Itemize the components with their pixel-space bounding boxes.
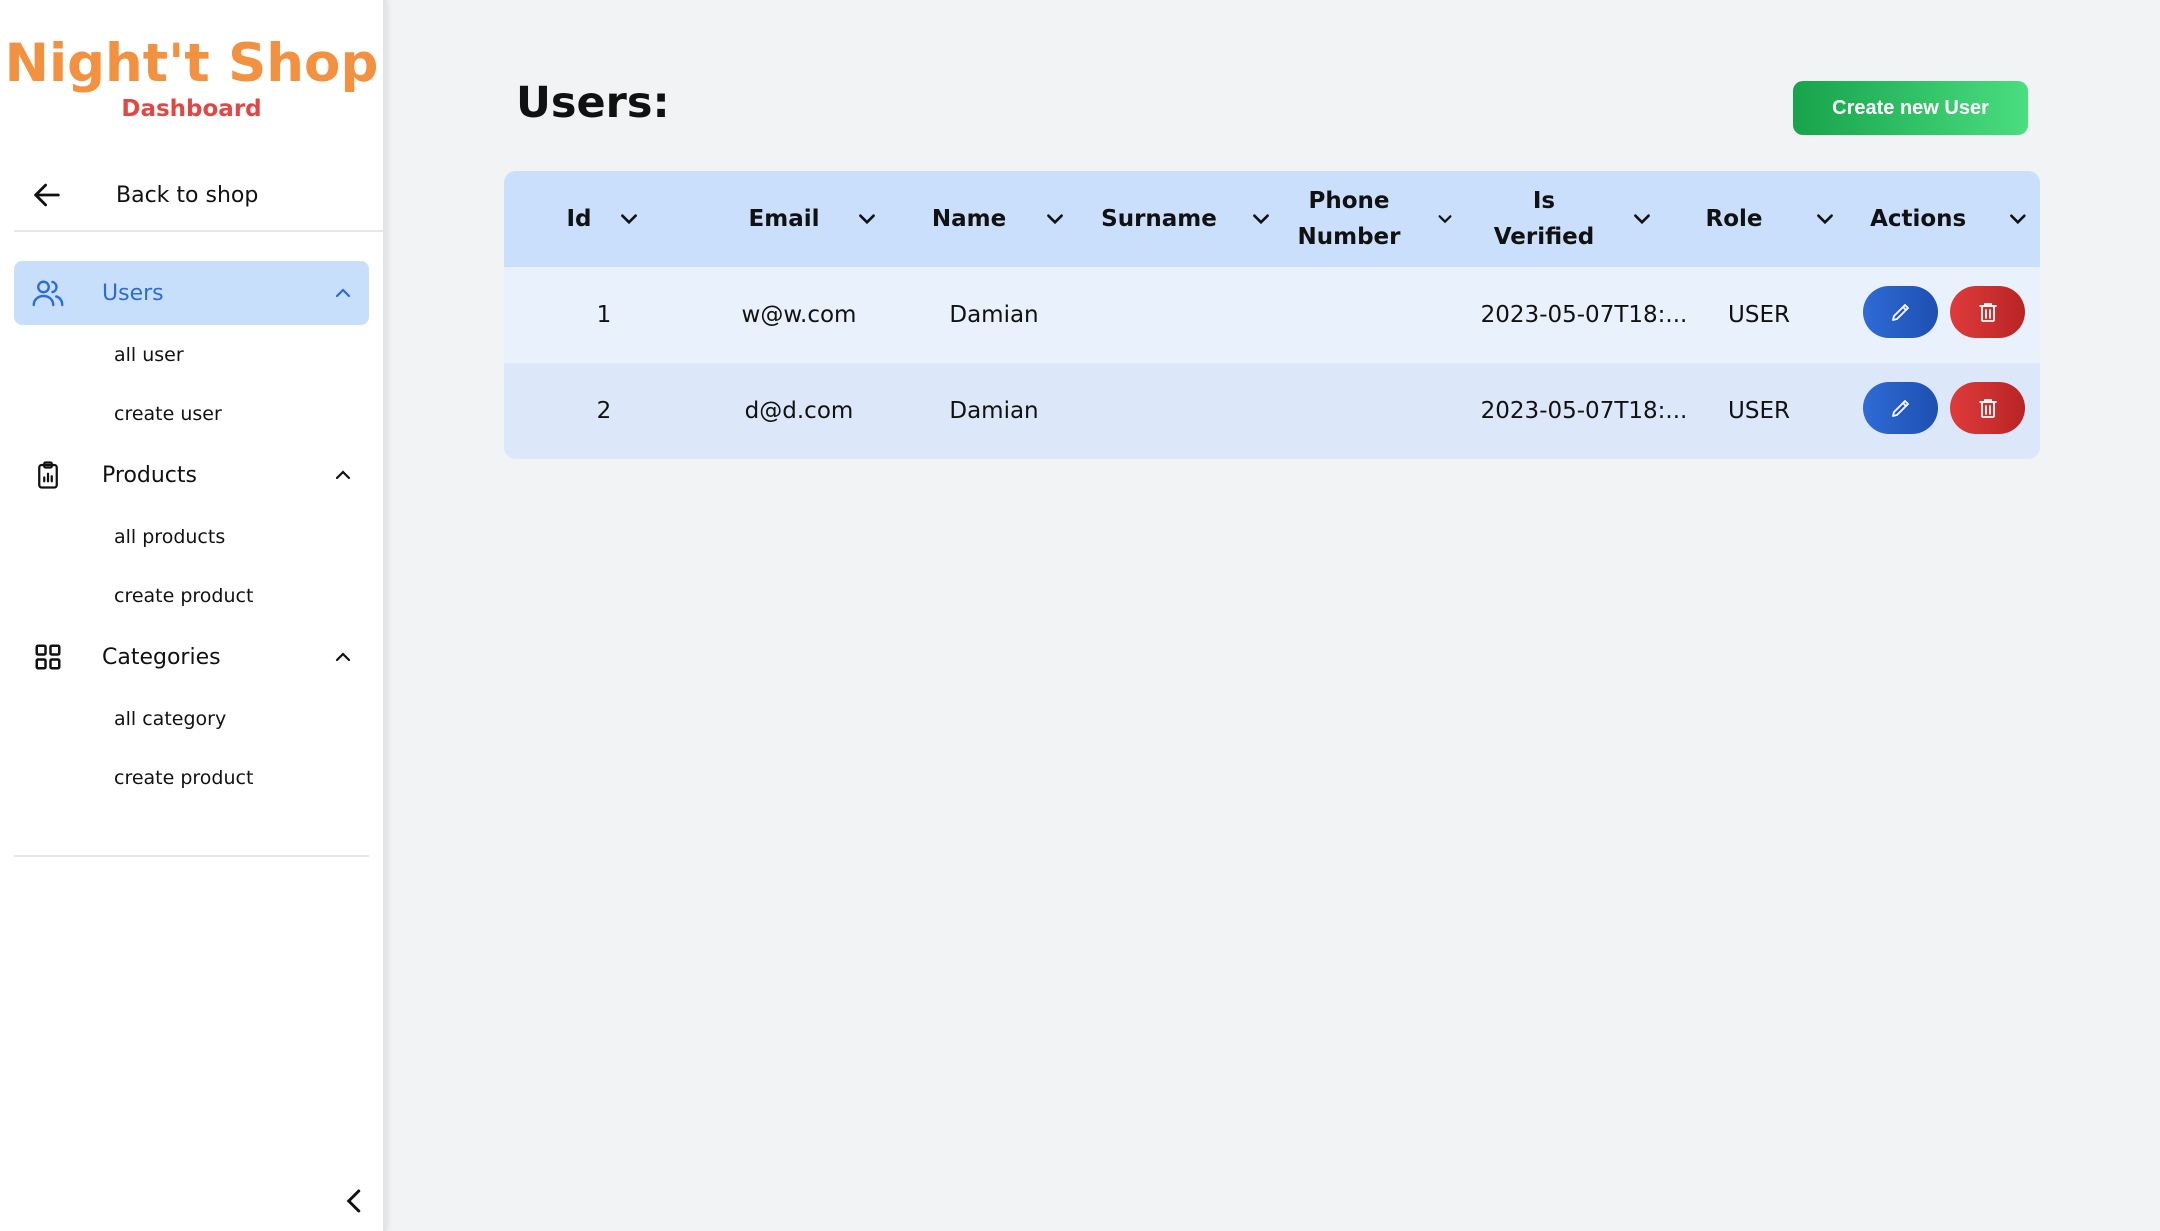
column-label: Is Verified [1493, 188, 1595, 250]
edit-button[interactable] [1863, 286, 1938, 338]
back-to-shop-link[interactable]: Back to shop [14, 160, 383, 232]
users-icon [30, 275, 66, 311]
table-row: 1 w@w.com Damian 2023-05-07T18:... USER [504, 267, 2040, 363]
table-header: Id Email Name Surname Phone Number Is Ve… [504, 171, 2040, 267]
sidebar-subitem-create-product[interactable]: create product [14, 748, 369, 807]
sidebar-item-label: Users [102, 280, 164, 306]
chevron-down-icon [1438, 215, 1452, 224]
chevron-down-icon [621, 214, 637, 225]
column-header-id[interactable]: Id [554, 171, 674, 267]
edit-button[interactable] [1863, 382, 1938, 434]
brand-subtitle: Dashboard [121, 96, 262, 122]
column-header-actions[interactable]: Actions [1859, 171, 2029, 267]
cell-role: USER [1728, 302, 1790, 328]
chevron-up-icon [335, 652, 351, 662]
sidebar-subitem-create-product[interactable]: create product [14, 566, 369, 625]
sidebar-divider [14, 855, 369, 857]
pencil-icon [1891, 304, 1909, 321]
sidebar-menu: Users all user create user Products all … [14, 261, 369, 807]
column-header-name[interactable]: Name [904, 171, 1074, 267]
sidebar-item-label: Products [102, 462, 197, 488]
cell-phone [1284, 363, 1474, 459]
column-label: Name [931, 206, 1007, 232]
create-new-user-button[interactable]: Create new User [1793, 81, 2028, 135]
sidebar-subitem-all-products[interactable]: all products [14, 507, 369, 566]
clipboard-icon [30, 457, 66, 493]
column-label: Role [1705, 206, 1763, 232]
chevron-down-icon [859, 214, 875, 225]
cell-id: 1 [596, 302, 612, 328]
cell-is-verified: 2023-05-07T18:... [1480, 302, 1688, 328]
column-label: Id [566, 206, 592, 232]
sidebar: Night't Shop Dashboard Back to shop User… [0, 0, 386, 1231]
column-header-is-verified[interactable]: Is Verified [1479, 171, 1669, 267]
column-header-phone-number[interactable]: Phone Number [1284, 171, 1474, 267]
sidebar-subitem-create-user[interactable]: create user [14, 384, 369, 443]
users-table: Id Email Name Surname Phone Number Is Ve… [504, 171, 2040, 459]
cell-id: 2 [596, 398, 612, 424]
column-label: Phone Number [1297, 188, 1401, 250]
column-header-role[interactable]: Role [1684, 171, 1854, 267]
cell-role: USER [1728, 398, 1790, 424]
cell-name: Damian [949, 302, 1039, 328]
arrow-left-icon [34, 183, 60, 207]
back-to-shop-label: Back to shop [116, 182, 259, 208]
chevron-down-icon [1634, 214, 1650, 225]
column-label: Actions [1870, 206, 1967, 232]
trash-icon [1978, 399, 1997, 418]
sidebar-item-products[interactable]: Products [14, 443, 369, 507]
sidebar-item-label: Categories [102, 644, 221, 670]
chevron-down-icon [1817, 214, 1833, 225]
cell-email: w@w.com [741, 302, 857, 328]
delete-button[interactable] [1950, 382, 2025, 434]
trash-icon [1978, 303, 1997, 322]
sidebar-subitem-all-category[interactable]: all category [14, 689, 369, 748]
sidebar-item-users[interactable]: Users [14, 261, 369, 325]
chevron-up-icon [335, 288, 351, 298]
collapse-sidebar-icon[interactable] [340, 1186, 370, 1216]
cell-is-verified: 2023-05-07T18:... [1480, 398, 1688, 424]
column-label: Surname [1101, 206, 1217, 232]
cell-name: Damian [949, 398, 1039, 424]
cell-phone [1284, 267, 1474, 363]
brand-title: Night't Shop [4, 33, 379, 94]
delete-button[interactable] [1950, 286, 2025, 338]
grid-icon [30, 639, 66, 675]
cell-email: d@d.com [744, 398, 854, 424]
sidebar-subitem-all-user[interactable]: all user [14, 325, 369, 384]
chevron-down-icon [1253, 214, 1269, 225]
column-header-surname[interactable]: Surname [1084, 171, 1274, 267]
sidebar-item-categories[interactable]: Categories [14, 625, 369, 689]
cell-surname [1094, 267, 1274, 363]
pencil-icon [1891, 400, 1909, 417]
column-header-email[interactable]: Email [724, 171, 894, 267]
column-label: Email [748, 206, 820, 232]
chevron-down-icon [1047, 214, 1063, 225]
table-row: 2 d@d.com Damian 2023-05-07T18:... USER [504, 363, 2040, 459]
chevron-up-icon [335, 470, 351, 480]
brand: Night't Shop Dashboard [0, 0, 383, 122]
page-title: Users: [516, 78, 670, 128]
cell-surname [1094, 363, 1274, 459]
chevron-down-icon [2010, 214, 2026, 225]
